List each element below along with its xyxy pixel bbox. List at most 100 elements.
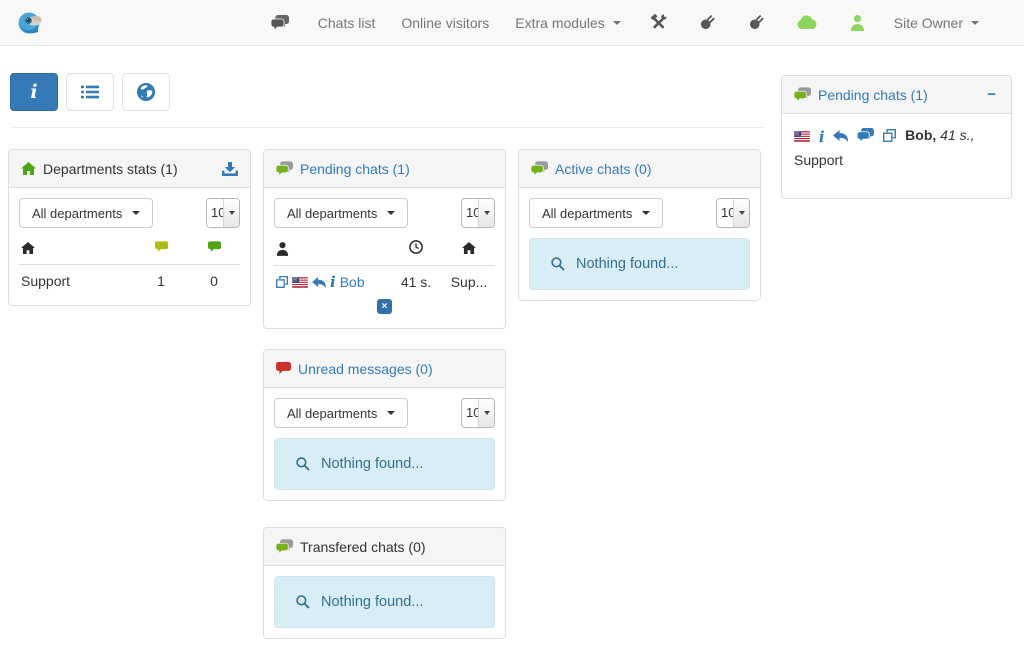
nav-item-site-owner[interactable]: Site Owner [881, 0, 992, 46]
waiting-column-icon [409, 240, 423, 254]
pending-chat-row: i Bob 41 s. Sup... [274, 265, 495, 296]
select-arrow-icon [484, 411, 490, 415]
chats-icon [271, 15, 289, 30]
home-green-icon [21, 162, 36, 175]
search-icon [296, 457, 310, 471]
plug-icon [748, 14, 765, 31]
app-logo[interactable] [10, 4, 52, 42]
cloud-icon [797, 15, 818, 30]
departments-stats-title: Departments stats (1) [43, 161, 178, 177]
chats-list-label: Chats list [318, 15, 376, 31]
nothing-found-text: Nothing found... [576, 256, 678, 272]
search-icon [551, 257, 565, 271]
pending-chats-panel: Pending chats (1) − i [781, 75, 1012, 199]
nav-item-plugin-2[interactable] [732, 0, 781, 46]
departments-stats-header: Departments stats (1) [9, 150, 250, 188]
departments-filter-dropdown[interactable]: All departments [274, 398, 408, 428]
department-name: Sup... [445, 274, 493, 290]
nav-item-chats-list[interactable]: Chats list [305, 0, 389, 46]
department-column-icon [462, 242, 476, 254]
page-size-select[interactable]: 10 [206, 198, 240, 228]
departments-filter-dropdown[interactable]: All departments [274, 198, 408, 228]
globe-icon [136, 82, 156, 102]
dashboard-cards: Departments stats (1) All departments [0, 128, 765, 657]
chevron-down-icon [642, 211, 650, 215]
departments-filter-dropdown[interactable]: All departments [19, 198, 153, 228]
chat-green-icon [276, 161, 293, 176]
panel-title[interactable]: Pending chats (1) [818, 87, 928, 103]
navbar-chats-icon-item[interactable] [255, 0, 305, 46]
page-size-select[interactable]: 10 [716, 198, 750, 228]
visitor-waiting-time: 41 s., [940, 127, 974, 143]
department-name: Support [21, 273, 70, 289]
nav-item-extra-modules[interactable]: Extra modules [502, 0, 633, 46]
chevron-down-icon [387, 411, 395, 415]
visitor-name-link[interactable]: Bob [340, 274, 365, 290]
active-chats-card: Active chats (0) All departments 10 [518, 149, 761, 301]
minimize-button[interactable]: − [984, 86, 999, 103]
visitor-info-icon[interactable]: i [819, 130, 825, 145]
parrot-logo-icon [16, 8, 46, 38]
chat-green-icon [276, 539, 293, 554]
chat-green-icon [531, 161, 548, 176]
departments-stats-card: Departments stats (1) All departments [8, 149, 251, 306]
extra-modules-label: Extra modules [515, 15, 604, 31]
site-owner-label: Site Owner [894, 15, 963, 31]
pending-chats-title[interactable]: Pending chats (1) [300, 161, 410, 177]
nav-item-plugin-1[interactable] [683, 0, 732, 46]
transfered-chats-title: Transfered chats (0) [300, 539, 426, 555]
page-size-value: 10 [717, 199, 733, 227]
info-view-button[interactable]: i [10, 73, 58, 111]
world-view-button[interactable] [122, 73, 170, 111]
department-stats-row: Support 1 0 [19, 264, 240, 295]
navbar-menu: Chats list Online visitors Extra modules [255, 0, 992, 46]
select-arrow-icon [739, 211, 745, 215]
page-size-select[interactable]: 10 [461, 198, 495, 228]
chevron-down-icon [387, 211, 395, 215]
tools-icon [650, 14, 667, 31]
person-icon [850, 15, 865, 31]
reply-icon[interactable] [833, 126, 848, 149]
departments-filter-label: All departments [542, 206, 632, 221]
active-chats-title[interactable]: Active chats (0) [555, 161, 651, 177]
nothing-found-alert: Nothing found... [274, 438, 495, 490]
panel-visitor-entry: i Bob, 41 s., Support [782, 114, 1011, 198]
export-download-icon[interactable] [222, 162, 238, 176]
nav-item-online-visitors[interactable]: Online visitors [388, 0, 502, 46]
list-icon [81, 85, 99, 99]
pending-chats-card: Pending chats (1) All departments 10 [263, 149, 506, 329]
department-active-count: 0 [190, 273, 238, 289]
active-column-icon [208, 241, 221, 253]
transfered-chats-card: Transfered chats (0) Nothing found... [263, 527, 506, 639]
ban-visitor-icon[interactable]: × [377, 299, 392, 314]
open-window-icon[interactable] [883, 126, 896, 149]
top-navbar: Chats list Online visitors Extra modules [0, 0, 1024, 46]
pending-column-icon [155, 241, 168, 253]
chevron-down-icon [613, 21, 621, 25]
page-size-value: 10 [462, 399, 478, 427]
nothing-found-alert: Nothing found... [529, 238, 750, 290]
departments-filter-dropdown[interactable]: All departments [529, 198, 663, 228]
visitor-info-icon[interactable]: i [330, 275, 336, 290]
chat-red-icon [276, 362, 291, 375]
nav-item-operator-status[interactable] [834, 0, 881, 46]
list-view-button[interactable] [66, 73, 114, 111]
open-window-icon[interactable] [276, 276, 288, 288]
visitor-department: Support [794, 152, 843, 168]
panel-header: Pending chats (1) − [782, 76, 1011, 114]
reply-icon[interactable] [312, 277, 326, 288]
nav-item-cloud[interactable] [781, 0, 834, 46]
select-arrow-icon [484, 211, 490, 215]
plug-icon [699, 14, 716, 31]
nav-item-settings[interactable] [634, 0, 683, 46]
us-flag-icon [292, 277, 308, 288]
departments-table: Support 1 0 [19, 238, 240, 295]
page-size-select[interactable]: 10 [461, 398, 495, 428]
page-size-value: 10 [462, 199, 478, 227]
departments-filter-label: All departments [287, 206, 377, 221]
nothing-found-text: Nothing found... [321, 594, 423, 610]
chat-blue-icon[interactable] [857, 126, 874, 149]
online-visitors-label: Online visitors [401, 15, 489, 31]
unread-messages-title[interactable]: Unread messages (0) [298, 361, 433, 377]
select-arrow-icon [229, 211, 235, 215]
